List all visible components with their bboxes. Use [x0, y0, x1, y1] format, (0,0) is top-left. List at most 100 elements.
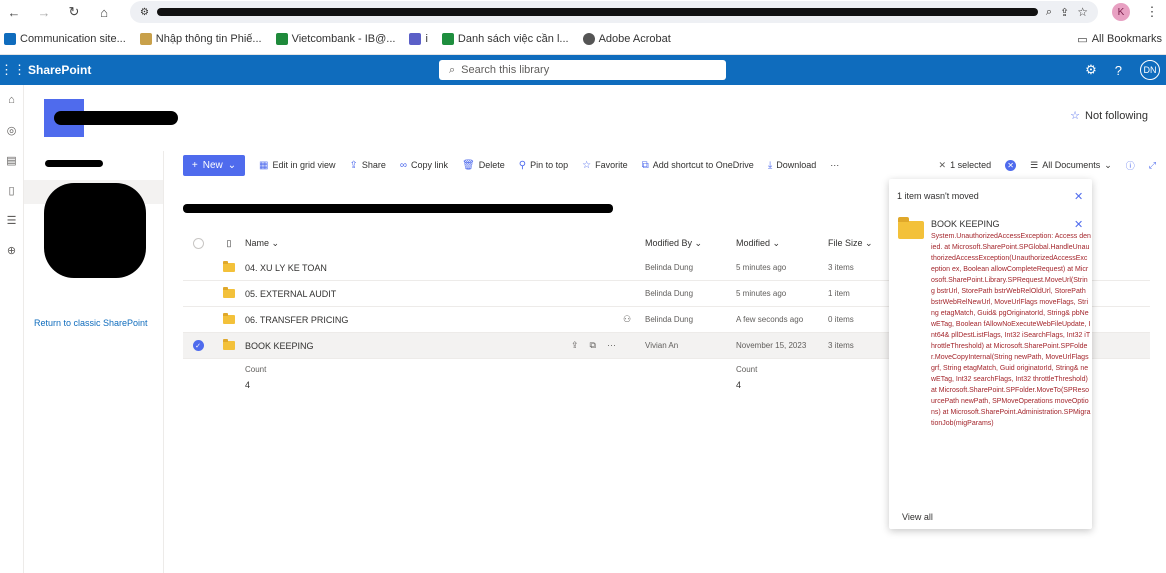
clear-icon[interactable]: ✕	[939, 160, 947, 171]
modified-header[interactable]: Modified ⌄	[736, 238, 828, 249]
site-header: ☆ Not following	[24, 85, 1166, 151]
expand-icon[interactable]: ⤢	[1149, 160, 1156, 171]
help-icon[interactable]: ?	[1115, 63, 1122, 78]
all-bookmarks[interactable]: ▭ All Bookmarks	[1077, 33, 1162, 46]
profile-avatar[interactable]: K	[1112, 3, 1130, 21]
row-modified: November 15, 2023	[736, 341, 807, 350]
share-icon[interactable]: ⇪	[1060, 6, 1069, 19]
globe-icon	[582, 33, 595, 45]
bookmark-star-icon[interactable]: ☆	[1077, 5, 1088, 19]
chevron-down-icon: ⌄	[227, 159, 237, 171]
bookmark-5[interactable]: Adobe Acrobat	[582, 33, 671, 45]
url-text-redacted	[156, 8, 1038, 16]
edit-grid-button[interactable]: ▦ Edit in grid view	[259, 160, 335, 171]
site-title-redacted	[54, 111, 178, 125]
bookmarks-bar: Communication site... Nhập thông tin Phi…	[0, 24, 1166, 55]
bookmark-icon	[139, 33, 152, 45]
redaction-bar	[183, 204, 613, 213]
trash-icon: 🗑	[462, 159, 475, 171]
favorite-button[interactable]: ☆ Favorite	[582, 160, 627, 171]
share-icon: ⇪	[349, 159, 358, 171]
pin-icon: ⚲	[518, 159, 527, 171]
row-name[interactable]: 05. EXTERNAL AUDIT	[245, 289, 645, 299]
name-header[interactable]: Name ⌄	[245, 238, 645, 249]
back-icon[interactable]: ←	[6, 4, 22, 20]
search-icon: ⌕	[449, 63, 456, 76]
modified-by-header[interactable]: Modified By ⌄	[645, 238, 736, 249]
browser-toolbar: ← → ↻ ⌂ ⚙ ⌕ ⇪ ☆ K ⋮	[0, 0, 1166, 24]
search-icon[interactable]: ⌕	[1046, 6, 1052, 19]
more-button[interactable]: ···	[830, 160, 839, 170]
search-input[interactable]: ⌕ Search this library	[439, 60, 726, 80]
dismiss-icon[interactable]: ✕	[1074, 218, 1083, 231]
left-navigation: Return to classic SharePoint	[24, 151, 164, 573]
home-icon[interactable]: ⌂	[0, 85, 23, 115]
command-bar: + New ⌄ ▦ Edit in grid view ⇪ Share ∞ Copy li…	[183, 154, 1156, 176]
view-all-link[interactable]: View all	[902, 512, 933, 522]
modified-count: Count 4	[736, 365, 758, 390]
row-modified: 5 minutes ago	[736, 263, 787, 272]
pin-button[interactable]: ⚲ Pin to top	[519, 160, 568, 171]
share-icon[interactable]: ⇪	[571, 340, 579, 351]
globe-icon[interactable]: ◎	[0, 115, 23, 145]
info-icon[interactable]: ⓘ	[1126, 159, 1135, 172]
folder-icon: ▭	[1077, 33, 1088, 46]
star-icon: ☆	[1070, 110, 1081, 122]
add-shortcut-button[interactable]: ⧉ Add shortcut to OneDrive	[642, 160, 754, 171]
row-modified-by[interactable]: Vivian An	[645, 341, 736, 350]
settings-icon[interactable]: ⚙	[1085, 62, 1097, 78]
reload-icon[interactable]: ↻	[66, 4, 82, 20]
close-icon[interactable]: ✕	[1074, 190, 1083, 203]
link-icon: ∞	[399, 159, 408, 171]
copy-link-button[interactable]: ∞ Copy link	[400, 160, 448, 171]
move-error-panel: 1 item wasn't moved ✕ BOOK KEEPING ✕ Sys…	[889, 179, 1092, 529]
view-selector[interactable]: ☰ All Documents ⌄	[1030, 160, 1112, 171]
row-modified-by[interactable]: Belinda Dung	[645, 263, 736, 272]
follow-button[interactable]: ☆ Not following	[1070, 109, 1148, 123]
file-type-header-icon[interactable]: ▯	[213, 238, 245, 249]
delete-button[interactable]: 🗑 Delete	[462, 160, 505, 171]
return-classic-link[interactable]: Return to classic SharePoint	[34, 318, 148, 328]
lists-icon[interactable]: ☰	[0, 205, 23, 235]
move-icon[interactable]: ⧉	[590, 340, 596, 351]
bookmark-0[interactable]: Communication site...	[4, 33, 126, 45]
chevron-down-icon: ⌄	[1104, 159, 1112, 170]
bookmark-3[interactable]: i	[409, 33, 428, 45]
bookmark-1[interactable]: Nhập thông tin Phiế...	[139, 33, 262, 45]
row-name[interactable]: 06. TRANSFER PRICING	[245, 315, 645, 325]
notification-header: 1 item wasn't moved	[897, 191, 979, 201]
row-modified: 5 minutes ago	[736, 289, 787, 298]
app-launcher-icon[interactable]: ⋮⋮	[0, 62, 26, 78]
row-checked-icon[interactable]: ✓	[192, 340, 204, 351]
share-button[interactable]: ⇪ Share	[349, 160, 385, 171]
download-button[interactable]: ⤓ Download	[768, 160, 816, 171]
shared-icon[interactable]: ⚇	[623, 314, 631, 325]
list-icon: ☰	[1030, 159, 1039, 170]
new-button[interactable]: + New ⌄	[183, 154, 245, 176]
home-icon[interactable]: ⌂	[96, 4, 112, 20]
site-info-icon[interactable]: ⚙	[140, 7, 149, 18]
folder-icon	[898, 217, 924, 239]
forward-icon[interactable]: →	[36, 4, 52, 20]
row-modified-by[interactable]: Belinda Dung	[645, 315, 736, 324]
more-icon[interactable]: ···	[607, 340, 616, 351]
select-all-checkbox[interactable]	[183, 237, 213, 249]
user-avatar[interactable]: DN	[1140, 60, 1160, 80]
nav-redacted	[44, 183, 146, 278]
row-modified-by[interactable]: Belinda Dung	[645, 289, 736, 298]
bookmark-4[interactable]: Danh sách việc cần l...	[441, 33, 569, 45]
error-message: System.UnauthorizedAccessException: Acce…	[931, 233, 1091, 427]
app-name[interactable]: SharePoint	[28, 63, 91, 77]
files-icon[interactable]: ▯	[0, 175, 23, 205]
clear-selection-icon[interactable]: ✕	[1005, 159, 1017, 171]
name-count: Count 4	[245, 365, 267, 390]
news-icon[interactable]: ▤	[0, 145, 23, 175]
bookmark-2[interactable]: Vietcombank - IB@...	[275, 33, 395, 45]
address-bar[interactable]: ⚙ ⌕ ⇪ ☆	[130, 1, 1098, 23]
bookmark-icon	[441, 33, 454, 45]
menu-icon[interactable]: ⋮	[1144, 4, 1160, 20]
folder-icon	[223, 261, 235, 272]
row-name[interactable]: 04. XU LY KE TOAN	[245, 263, 645, 273]
create-icon[interactable]: ⊕	[0, 235, 23, 265]
app-rail: ⌂ ◎ ▤ ▯ ☰ ⊕	[0, 85, 24, 573]
